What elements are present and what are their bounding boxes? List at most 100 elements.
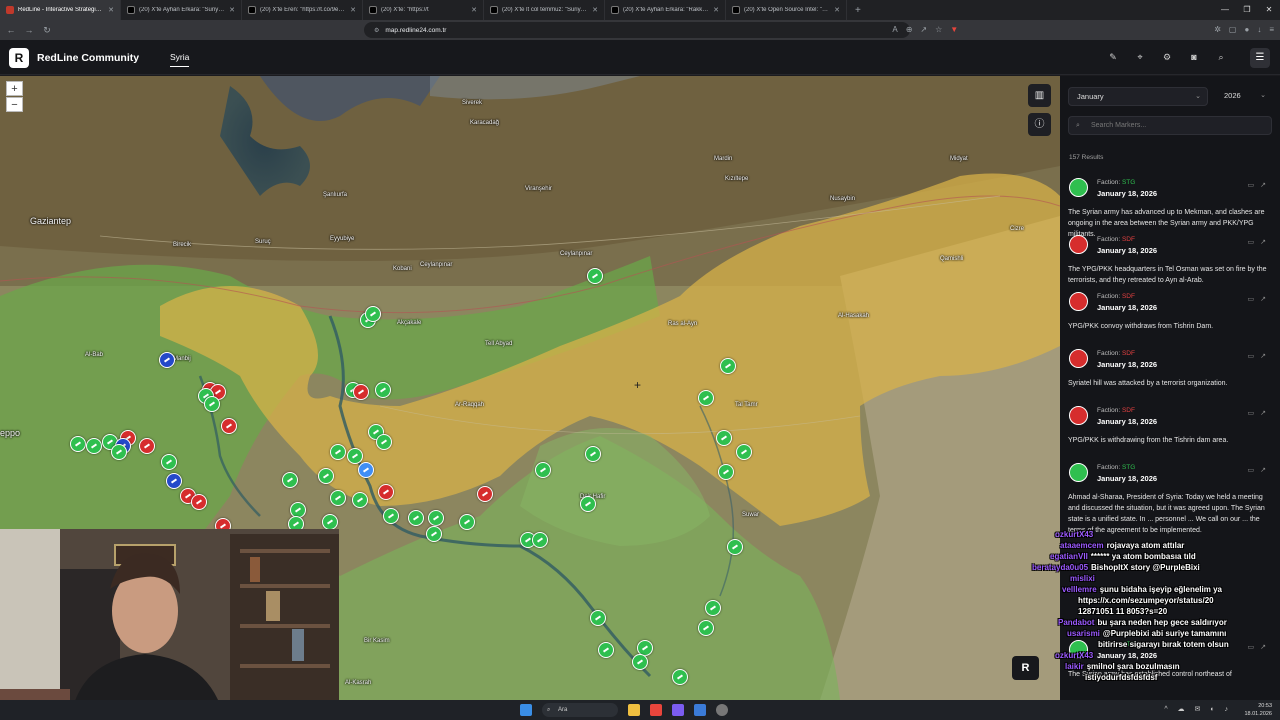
event-entry[interactable]: Faction: SDF January 18, 2026 YPG/PKK conv… [1060,289,1280,346]
browser-tab[interactable]: RedLine - Interactive Strategic M ✕ [0,0,121,20]
map-marker[interactable] [632,654,648,670]
map-marker[interactable] [378,484,394,500]
map-marker[interactable] [727,539,743,555]
map-marker[interactable] [330,490,346,506]
brave-icon[interactable] [650,704,662,716]
map-marker[interactable] [204,396,220,412]
map-marker[interactable] [166,473,182,489]
close-window-button[interactable]: ✕ [1258,0,1280,20]
map-marker[interactable] [352,492,368,508]
reload-icon[interactable]: ↻ [40,25,54,36]
browser-tab[interactable]: (20) X'te lt col temmuz: "Suriye Ordusu ✕ [484,0,605,20]
map-marker[interactable] [736,444,752,460]
map-marker[interactable] [221,418,237,434]
map-marker[interactable] [111,444,127,460]
pin-icon[interactable]: ⌖ [1133,50,1147,64]
camera-icon[interactable]: ◙ [1187,50,1201,64]
maximize-button[interactable]: ❐ [1236,0,1258,20]
map-layers-icon[interactable]: ▥ [1028,84,1051,107]
map-marker[interactable] [672,669,688,685]
share-icon[interactable]: ↗ [920,22,927,38]
video-icon[interactable]: ▭ [1248,239,1261,246]
map-marker[interactable] [720,358,736,374]
marker-search-input[interactable]: ⌕ Search Markers... [1068,116,1272,135]
external-link-icon[interactable]: ↗ [1260,410,1272,417]
zoom-out-button[interactable]: − [6,97,23,112]
map-marker[interactable] [139,438,155,454]
system-tray-icons[interactable]: ^ ☁ ✉ ◐ ♪ [1164,705,1232,713]
map-marker[interactable] [322,514,338,530]
back-icon[interactable]: ← [4,25,18,35]
discord-icon[interactable] [672,704,684,716]
system-clock[interactable]: 20:53 18.01.2026 [1244,702,1272,718]
map-marker[interactable] [86,438,102,454]
browser-menu-icon[interactable]: ≡ [1269,22,1274,38]
minimize-button[interactable]: — [1214,0,1236,20]
translate-icon[interactable]: A [892,22,897,38]
event-entry[interactable]: Faction: STG January 18, 2026 The Syrian a… [1060,175,1280,238]
site-info-icon[interactable]: ⚙ [374,27,379,34]
map-marker[interactable] [161,454,177,470]
extensions-puzzle-icon[interactable]: ✲ [1214,22,1221,38]
map-marker[interactable] [365,306,381,322]
zoom-in-button[interactable]: + [6,81,23,96]
map-marker[interactable] [698,390,714,406]
tab-close-icon[interactable]: ✕ [834,6,840,14]
map-marker[interactable] [383,508,399,524]
external-link-icon[interactable]: ↗ [1260,296,1272,303]
file-explorer-icon[interactable] [628,704,640,716]
downloads-icon[interactable]: ↓ [1257,22,1261,38]
zoom-icon[interactable]: ⊕ [906,22,913,38]
search-icon[interactable]: ⌕ [1214,50,1228,64]
video-icon[interactable]: ▭ [1248,353,1261,360]
map-marker[interactable] [408,510,424,526]
map-marker[interactable] [590,610,606,626]
external-link-icon[interactable]: ↗ [1260,239,1272,246]
browser-tab[interactable]: (20) X'te: "https://t ✕ [363,0,484,20]
map-marker[interactable] [716,430,732,446]
external-link-icon[interactable]: ↗ [1260,182,1272,189]
nav-tab-syria[interactable]: Syria [170,52,190,67]
map-marker[interactable] [358,462,374,478]
extension-icon[interactable]: ▼ [950,22,958,38]
new-tab-button[interactable]: + [847,5,869,16]
event-entry[interactable]: Faction: STG January 18, 2026 Ahmad al-Sha… [1060,460,1280,534]
month-select[interactable]: January ⌄ [1068,87,1208,106]
map-marker[interactable] [698,620,714,636]
event-entry[interactable]: Faction: SDF January 18, 2026 Syriatel hil… [1060,346,1280,403]
draw-icon[interactable]: ✎ [1106,50,1120,64]
map-marker[interactable] [282,472,298,488]
map-marker[interactable] [587,268,603,284]
browser-tab[interactable]: (20) X'te Open Source Intel: "NEW ✕ [726,0,847,20]
map-marker[interactable] [718,464,734,480]
map-marker[interactable] [459,514,475,530]
windows-start-icon[interactable] [520,704,532,716]
profile-icon[interactable]: ● [1244,22,1249,38]
tab-close-icon[interactable]: ✕ [108,6,114,14]
app-name[interactable]: RedLine Community [37,52,139,64]
obs-icon[interactable] [716,704,728,716]
browser-tab[interactable]: (20) X'te Ayhan Erkara: "Rakka hala ta ✕ [605,0,726,20]
external-link-icon[interactable]: ↗ [1260,467,1272,474]
settings-icon[interactable]: ⚙ [1160,50,1174,64]
tab-close-icon[interactable]: ✕ [471,6,477,14]
external-link-icon[interactable]: ↗ [1260,353,1272,360]
browser-tab[interactable]: (20) X'te Ayhan Erkara: "Suriye ordusu ✕ [121,0,242,20]
map-marker[interactable] [598,642,614,658]
address-bar[interactable]: ⚙ map.redline24.com.tr [364,22,910,38]
year-select[interactable]: 2026 ⌄ [1216,87,1272,106]
video-icon[interactable]: ▭ [1248,182,1261,189]
info-icon[interactable]: ⓘ [1028,113,1051,136]
map-marker[interactable] [376,434,392,450]
tab-close-icon[interactable]: ✕ [229,6,235,14]
map-marker[interactable] [705,600,721,616]
redline-logo[interactable]: R [9,48,29,68]
event-entry[interactable]: Faction: SDF January 18, 2026 YPG/PKK is w… [1060,403,1280,460]
tab-close-icon[interactable]: ✕ [350,6,356,14]
tab-close-icon[interactable]: ✕ [713,6,719,14]
sidebar-icon[interactable]: ▢ [1229,22,1237,38]
event-entry[interactable]: Faction: SDF January 18, 2026 The YPG/PKK … [1060,232,1280,289]
bookmark-icon[interactable]: ☆ [935,22,942,38]
taskbar-search[interactable]: ⌕ Ara [542,703,618,717]
forward-icon[interactable]: → [22,25,36,35]
